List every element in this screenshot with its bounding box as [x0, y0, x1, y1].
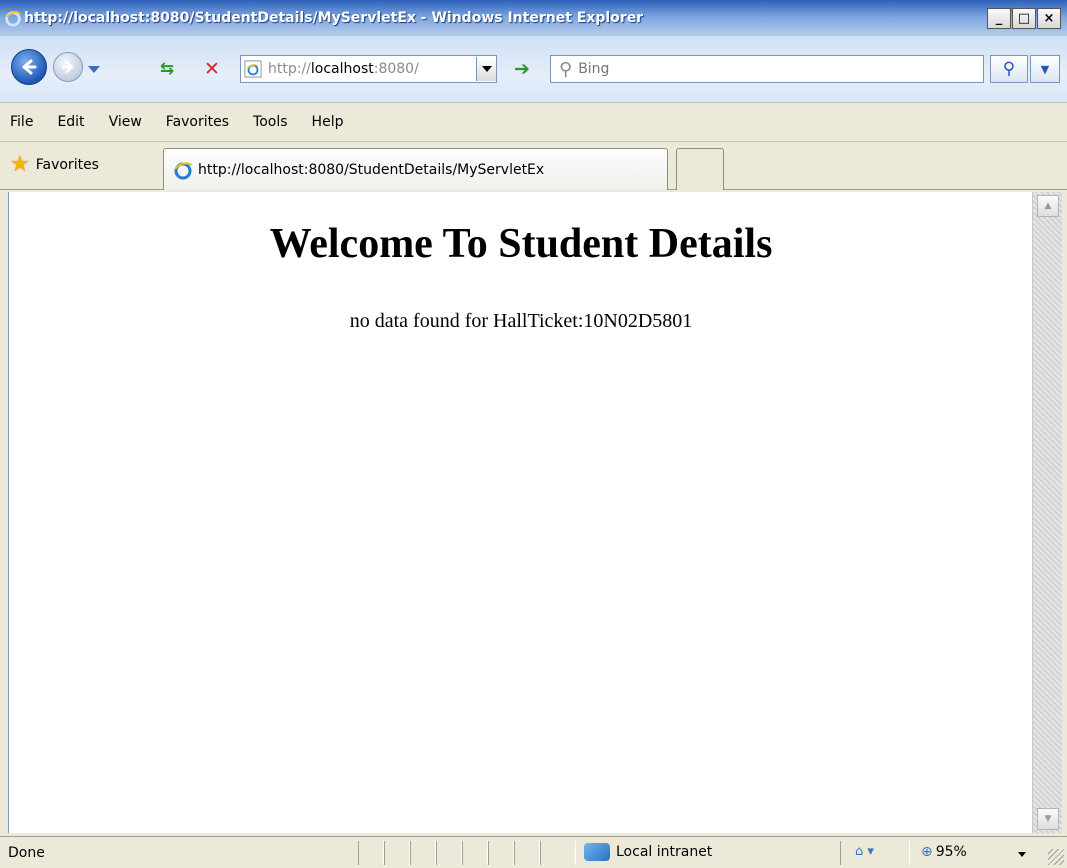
protected-mode-icon[interactable]: ⌂ ▾	[855, 844, 874, 859]
menu-tools[interactable]: Tools	[253, 114, 288, 130]
status-pane	[462, 841, 488, 865]
page-icon	[244, 60, 262, 78]
chevron-up-icon: ▲	[1044, 201, 1052, 211]
status-pane	[436, 841, 462, 865]
stop-icon: ✕	[204, 58, 220, 80]
search-input[interactable]: ⚲ Bing	[550, 55, 984, 83]
back-arrow-icon	[22, 59, 37, 75]
recent-pages-dropdown[interactable]	[88, 66, 100, 73]
chevron-down-icon: ▼	[1044, 814, 1052, 824]
favorites-button[interactable]: ★ Favorites	[10, 152, 99, 177]
page-message: no data found for HallTicket:10N02D5801	[349, 310, 693, 332]
chevron-down-icon	[481, 66, 492, 72]
close-button[interactable]: ×	[1037, 8, 1061, 29]
search-icon: ⚲	[559, 58, 573, 80]
favorites-label: Favorites	[35, 156, 99, 173]
page-heading: Welcome To Student Details	[269, 221, 773, 267]
status-bar: Done Local intranet ⌂ ▾ ⊕ 95%	[0, 836, 1067, 868]
title-bar[interactable]: http://localhost:8080/StudentDetails/MyS…	[0, 0, 1067, 36]
address-text[interactable]: http://localhost:8080/	[268, 61, 476, 77]
browser-tab[interactable]: http://localhost:8080/StudentDetails/MyS…	[163, 148, 668, 190]
zoom-control[interactable]: ⊕ 95%	[921, 844, 967, 860]
menu-view[interactable]: View	[109, 114, 142, 130]
navigation-bar: ⇆ ✕ http://localhost:8080/ ➔ ⚲ Bing ⚲ ▼	[0, 36, 1067, 102]
ie-logo-icon	[5, 10, 21, 27]
status-pane	[540, 841, 576, 865]
star-icon: ★	[10, 152, 30, 177]
menu-bar: File Edit View Favorites Tools Help	[0, 102, 1067, 142]
zoom-dropdown[interactable]	[1018, 852, 1026, 857]
scroll-down-button[interactable]: ▼	[1037, 808, 1059, 830]
window-controls: _ □ ×	[987, 8, 1061, 29]
back-button[interactable]	[11, 49, 47, 85]
address-suffix: :8080/	[373, 61, 419, 77]
new-tab-button[interactable]	[676, 148, 724, 190]
search-button[interactable]: ⚲	[990, 55, 1028, 83]
menu-favorites[interactable]: Favorites	[166, 114, 229, 130]
menu-help[interactable]: Help	[312, 114, 344, 130]
minimize-button[interactable]: _	[987, 8, 1011, 29]
status-pane	[514, 841, 540, 865]
address-prefix: http://	[268, 61, 311, 77]
scroll-up-button[interactable]: ▲	[1037, 195, 1059, 217]
menu-edit[interactable]: Edit	[57, 114, 84, 130]
zoom-level: 95%	[935, 844, 967, 860]
go-arrow-icon: ➔	[514, 58, 530, 80]
search-placeholder: Bing	[578, 61, 610, 77]
security-zone[interactable]: Local intranet	[584, 843, 712, 861]
status-pane	[384, 841, 410, 865]
favorites-tab-bar: ★ Favorites http://localhost:8080/Studen…	[0, 142, 1067, 190]
status-pane	[488, 841, 514, 865]
vertical-scrollbar[interactable]: ▲ ▼	[1032, 192, 1062, 833]
window-title: http://localhost:8080/StudentDetails/MyS…	[24, 10, 644, 26]
refresh-button[interactable]: ⇆	[153, 56, 181, 82]
zone-label: Local intranet	[616, 844, 713, 860]
search-options-button[interactable]: ▼	[1030, 55, 1060, 83]
address-bar[interactable]: http://localhost:8080/	[240, 55, 497, 83]
forward-arrow-icon	[62, 61, 74, 73]
status-pane	[840, 841, 910, 865]
page-content: Welcome To Student Details no data found…	[8, 192, 1032, 833]
intranet-icon	[584, 843, 610, 861]
status-pane	[410, 841, 436, 865]
chevron-down-icon: ▼	[1040, 62, 1050, 76]
status-pane	[358, 841, 384, 865]
resize-grip-icon[interactable]	[1048, 849, 1064, 865]
magnifier-icon: ⚲	[1002, 59, 1016, 79]
address-dropdown-button[interactable]	[476, 57, 496, 81]
forward-button[interactable]	[53, 52, 83, 82]
tab-title: http://localhost:8080/StudentDetails/MyS…	[198, 161, 545, 178]
stop-button[interactable]: ✕	[198, 56, 226, 82]
go-button[interactable]: ➔	[508, 56, 536, 82]
maximize-button[interactable]: □	[1012, 8, 1036, 29]
menu-file[interactable]: File	[10, 114, 33, 130]
address-host: localhost	[310, 61, 374, 77]
ie-tab-icon	[174, 161, 193, 179]
status-text: Done	[8, 845, 45, 861]
zoom-icon: ⊕	[921, 844, 933, 860]
refresh-icon: ⇆	[159, 59, 175, 79]
